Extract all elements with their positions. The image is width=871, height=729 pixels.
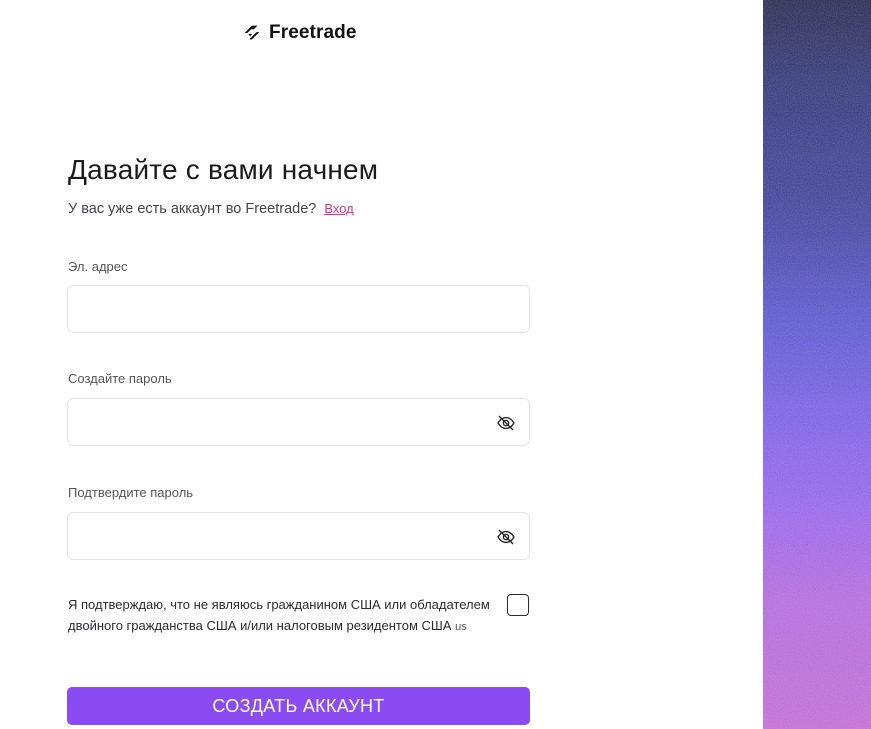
- eye-off-icon[interactable]: [496, 413, 516, 433]
- password-field-container: [67, 398, 530, 446]
- password-label: Создайте пароль: [68, 371, 172, 386]
- login-prompt: У вас уже есть аккаунт во Freetrade? Вхо…: [68, 201, 354, 217]
- consent-suffix: us: [455, 621, 467, 633]
- login-link[interactable]: Вход: [324, 201, 353, 216]
- page-title: Давайте с вами начнем: [68, 154, 379, 185]
- confirm-password-label: Подтвердите пароль: [68, 485, 194, 500]
- password-field[interactable]: [68, 399, 468, 445]
- email-field[interactable]: [68, 286, 468, 332]
- login-prompt-text: У вас уже есть аккаунт во Freetrade?: [68, 201, 317, 217]
- confirm-password-field-container: [67, 512, 530, 560]
- brand-logo[interactable]: Freetrade: [241, 20, 357, 46]
- decorative-gradient-panel: [763, 0, 871, 729]
- signup-panel: Freetrade Давайте с вами начнем У вас уж…: [0, 0, 763, 729]
- email-field-container: [67, 285, 530, 333]
- freetrade-logo-icon: [244, 25, 260, 40]
- create-account-button[interactable]: СОЗДАТЬ АККАУНТ: [67, 687, 530, 725]
- eye-off-icon[interactable]: [496, 527, 516, 547]
- consent-statement: Я подтверждаю, что не являюсь гражданино…: [68, 597, 490, 633]
- us-citizenship-consent-checkbox[interactable]: [507, 594, 529, 616]
- us-citizenship-consent-text: Я подтверждаю, что не являюсь гражданино…: [68, 594, 493, 638]
- gradient-noise-texture: [763, 0, 871, 729]
- confirm-password-field[interactable]: [68, 513, 468, 559]
- email-label: Эл. адрес: [68, 259, 128, 274]
- brand-name: Freetrade: [269, 22, 357, 43]
